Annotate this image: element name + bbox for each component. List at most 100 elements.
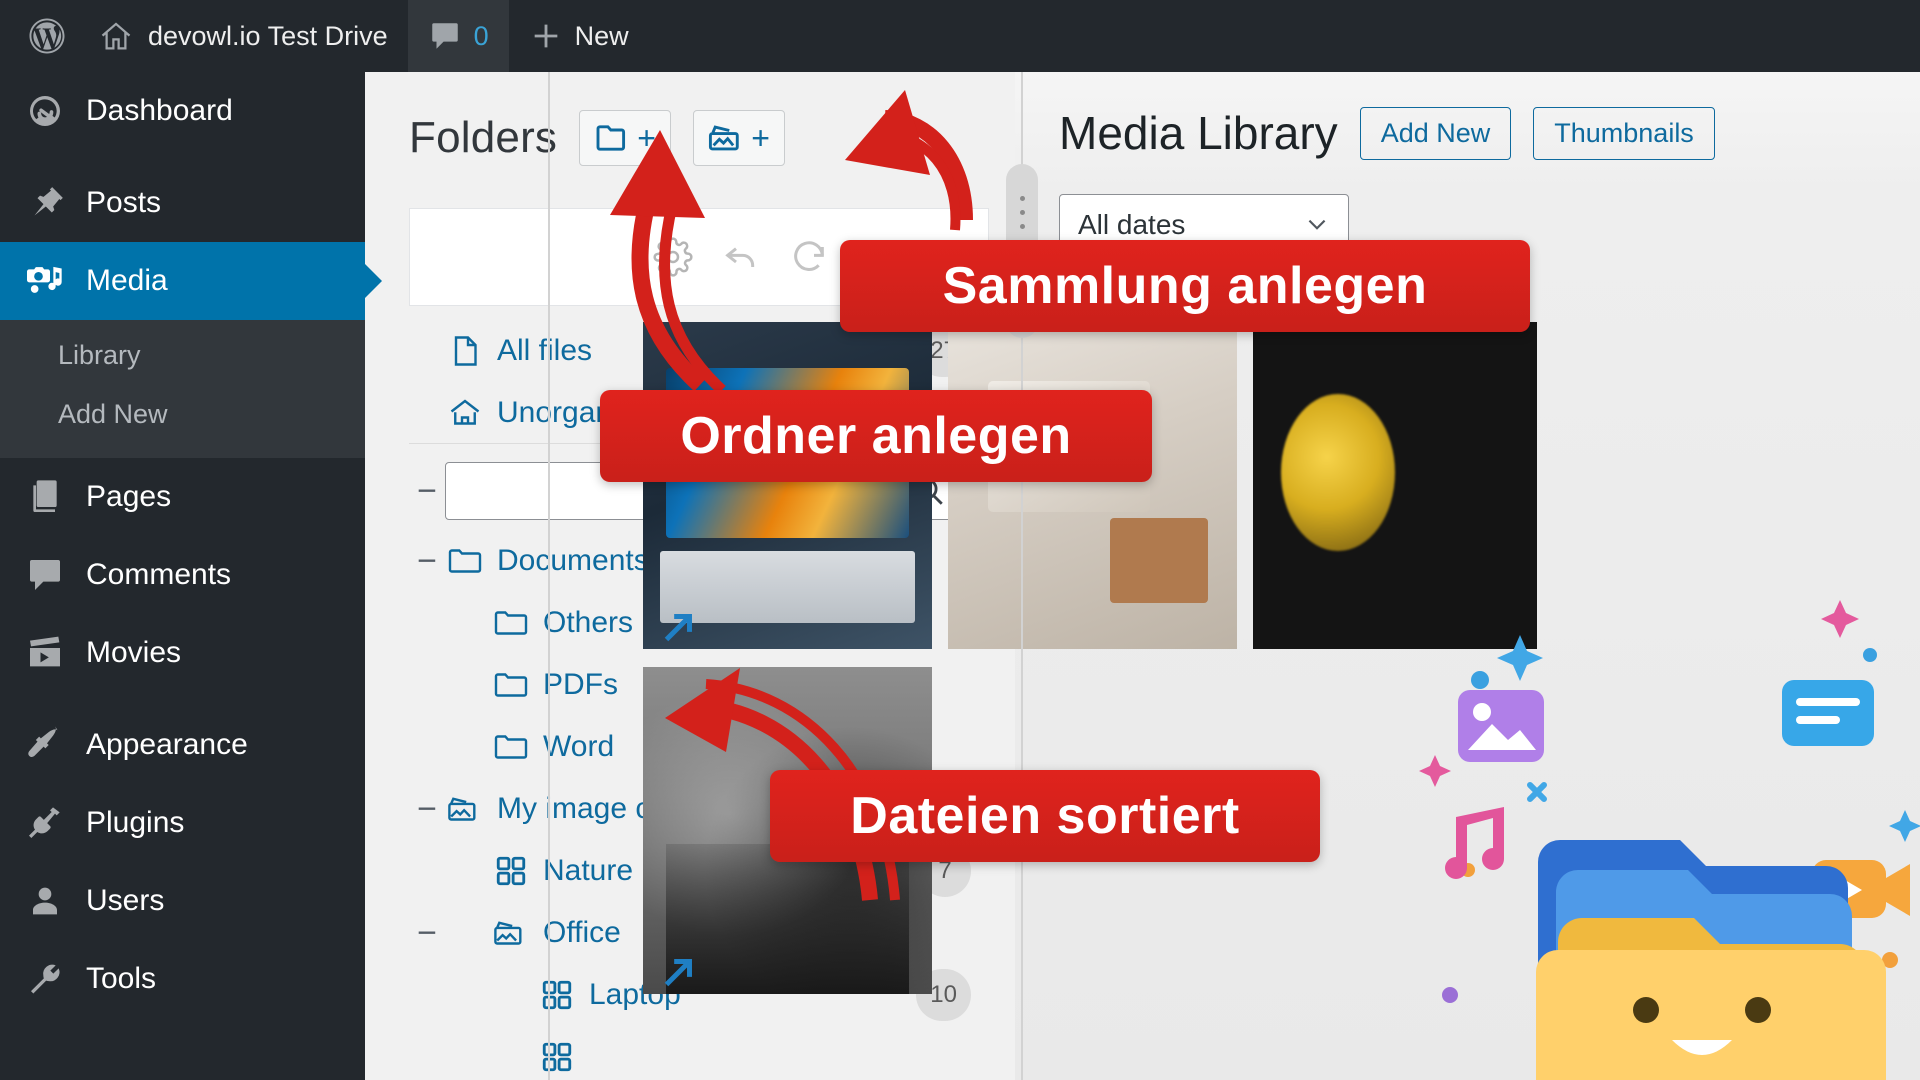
media-submenu: Library Add New — [0, 320, 365, 459]
tree-item-partial[interactable] — [409, 1026, 971, 1080]
share-arrow-icon[interactable] — [655, 950, 701, 996]
tree-toggle[interactable]: − — [409, 916, 445, 950]
comments-count: 0 — [473, 20, 489, 51]
sidebar-item-label: Dashboard — [86, 94, 233, 127]
tree-toggle[interactable]: − — [409, 792, 445, 826]
collection-plus-icon — [708, 122, 748, 154]
sidebar-item-users[interactable]: Users — [0, 862, 365, 940]
sidebar-item-plugins[interactable]: Plugins — [0, 784, 365, 862]
sidebar-item-movies[interactable]: Movies — [0, 614, 365, 692]
sidebar-item-label: Plugins — [86, 806, 185, 840]
comment-bubble-icon — [22, 552, 68, 598]
sidebar-item-label: Pages — [86, 480, 172, 514]
wrench-icon — [22, 956, 68, 1002]
admin-bar: devowl.io Test Drive 0 New — [0, 0, 1920, 72]
sidebar-item-label: Users — [86, 884, 165, 918]
folder-icon — [445, 546, 485, 576]
sidebar-subitem-library[interactable]: Library — [0, 326, 365, 385]
new-folder-button[interactable]: + — [579, 110, 672, 166]
tree-toggle-search[interactable]: − — [409, 474, 445, 508]
panel-splitter[interactable] — [547, 72, 551, 1080]
gallery-grid-icon — [537, 978, 577, 1012]
comments-button[interactable]: 0 — [407, 0, 509, 72]
sidebar-item-label: Media — [86, 264, 168, 297]
sidebar-item-comments[interactable]: Comments — [0, 536, 365, 614]
dashboard-gauge-icon — [22, 88, 68, 134]
new-collection-button[interactable]: + — [693, 110, 786, 166]
tree-item-label: Documents — [497, 544, 649, 577]
user-icon — [22, 878, 68, 924]
chevron-down-icon — [1304, 212, 1330, 238]
add-new-button[interactable]: Add New — [1359, 106, 1512, 160]
folder-icon — [491, 670, 531, 700]
media-thumbnail[interactable] — [1253, 322, 1553, 667]
media-thumbnail[interactable] — [948, 322, 1253, 667]
tree-item-label: All files — [497, 334, 593, 367]
annotation-dateien-sortiert: Dateien sortiert — [770, 770, 1320, 862]
new-collection-plus: + — [751, 120, 770, 156]
sidebar-item-media[interactable]: Media — [0, 242, 365, 320]
wordpress-logo-icon — [26, 15, 68, 57]
collection-icon — [491, 917, 531, 949]
media-pane-splitter[interactable]: ‹ — [1006, 72, 1038, 1080]
menu-separator — [0, 150, 365, 164]
annotation-ordner-anlegen: Ordner anlegen — [600, 390, 1152, 482]
house-icon — [98, 18, 134, 54]
tree-item-label: Word — [543, 730, 615, 763]
gallery-grid-icon — [537, 1040, 577, 1074]
media-thumbnail[interactable] — [643, 322, 948, 667]
thumbnail-image — [948, 322, 1237, 649]
site-title: devowl.io Test Drive — [148, 20, 388, 51]
new-folder-plus: + — [637, 120, 656, 156]
folder-plus-icon — [594, 122, 634, 154]
folders-header: Folders + + — [365, 72, 1015, 166]
sidebar-item-label: Comments — [86, 558, 232, 592]
undo-arrow-icon[interactable] — [720, 236, 762, 278]
sidebar-subitem-add-new[interactable]: Add New — [0, 385, 365, 444]
tree-item-label: Office — [543, 916, 621, 949]
plug-icon — [22, 800, 68, 846]
tree-item-label: Nature — [543, 854, 634, 887]
page-title: Media Library — [1059, 107, 1338, 159]
media-header: Media Library Add New Thumbnails — [1015, 72, 1920, 160]
annotation-sammlung-anlegen: Sammlung anlegen — [840, 240, 1530, 332]
plus-icon — [529, 19, 563, 53]
sidebar-item-label: Tools — [86, 962, 157, 996]
main-content: Folders + + All files 27 Unorganized − −… — [365, 72, 1920, 1080]
sidebar-item-tools[interactable]: Tools — [0, 940, 365, 1018]
pages-icon — [22, 474, 68, 520]
folder-icon — [491, 608, 531, 638]
gear-icon[interactable] — [652, 236, 694, 278]
folder-icon — [491, 732, 531, 762]
share-arrow-icon[interactable] — [655, 605, 701, 651]
film-clapper-icon — [22, 630, 68, 676]
comment-bubble-icon — [428, 19, 462, 53]
sidebar-item-appearance[interactable]: Appearance — [0, 706, 365, 784]
thumbnails-button[interactable]: Thumbnails — [1533, 106, 1715, 160]
collection-icon — [445, 793, 485, 825]
redo-arrow-icon[interactable] — [788, 236, 830, 278]
tree-toggle[interactable]: − — [409, 544, 445, 578]
gallery-grid-icon — [491, 854, 531, 888]
media-camera-music-icon — [22, 258, 68, 304]
menu-separator — [0, 692, 365, 706]
sidebar-item-label: Posts — [86, 186, 162, 219]
pin-icon — [22, 180, 68, 226]
new-content-button[interactable]: New — [509, 0, 649, 72]
date-filter-value: All dates — [1078, 209, 1186, 240]
tree-item-label: Others — [543, 606, 634, 639]
site-name-button[interactable]: devowl.io Test Drive — [90, 0, 408, 72]
paintbrush-icon — [22, 722, 68, 768]
wordpress-logo-button[interactable] — [0, 0, 90, 72]
sidebar-item-pages[interactable]: Pages — [0, 458, 365, 536]
sidebar-item-label: Movies — [86, 636, 182, 670]
home-folder-icon — [445, 396, 485, 430]
sidebar-item-posts[interactable]: Posts — [0, 164, 365, 242]
folders-title: Folders — [409, 113, 558, 162]
thumbnail-image — [643, 322, 932, 649]
sidebar-item-dashboard[interactable]: Dashboard — [0, 72, 365, 150]
admin-sidebar: Dashboard Posts Media Library Add New Pa… — [0, 72, 365, 1080]
sidebar-item-label: Appearance — [86, 728, 248, 762]
tree-item-label: PDFs — [543, 668, 618, 701]
new-label: New — [574, 20, 629, 51]
